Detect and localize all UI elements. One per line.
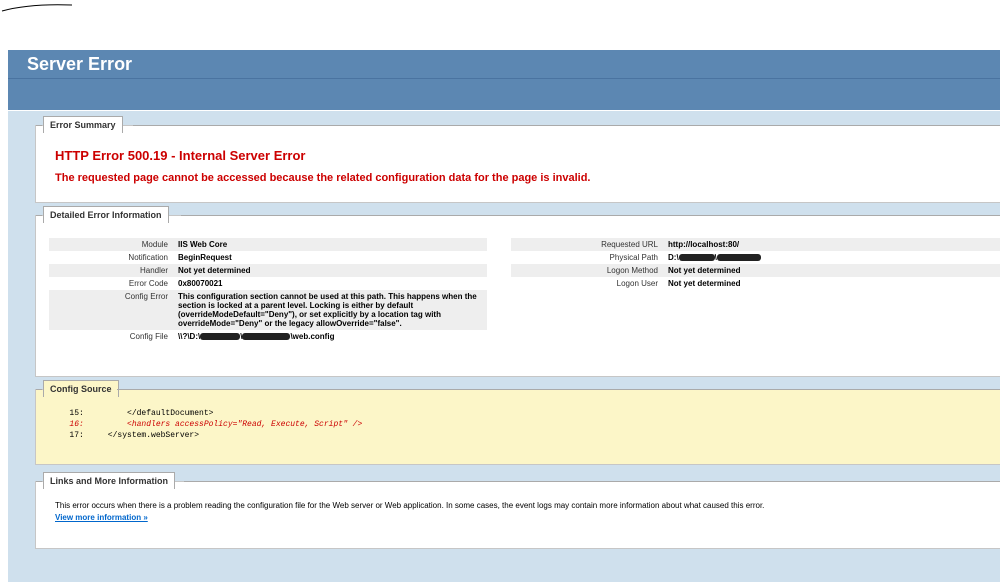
code-line: 15: </defaultDocument> xyxy=(55,409,214,418)
config-error-label: Config Error xyxy=(49,290,173,330)
config-source-legend: Config Source xyxy=(43,380,119,397)
table-row: Module IIS Web Core xyxy=(49,238,487,251)
config-source-code: 15: </defaultDocument> 16: <handlers acc… xyxy=(55,408,362,441)
config-source-box: Config Source 15: </defaultDocument> 16:… xyxy=(35,380,1000,465)
redaction-mark xyxy=(678,254,715,262)
detail-table-left: Module IIS Web Core Notification BeginRe… xyxy=(49,238,487,343)
handler-value: Not yet determined xyxy=(173,264,487,277)
redaction-mark xyxy=(242,333,291,341)
table-row: Logon User Not yet determined xyxy=(511,277,1000,290)
table-row: Handler Not yet determined xyxy=(49,264,487,277)
table-row: Notification BeginRequest xyxy=(49,251,487,264)
table-row: Config File \\?\D:\ \ \web.config xyxy=(49,330,487,343)
detail-table-right: Requested URL http://localhost:80/ Physi… xyxy=(511,238,1000,290)
code-line: 17: </system.webServer> xyxy=(55,431,200,440)
links-box: Links and More Information This error oc… xyxy=(35,472,1000,549)
config-file-suffix: \web.config xyxy=(290,332,335,341)
error-title: HTTP Error 500.19 - Internal Server Erro… xyxy=(55,148,306,163)
physical-path-value: D:\ \ xyxy=(663,251,1000,264)
detailed-info-box: Detailed Error Information Module IIS We… xyxy=(35,206,1000,377)
redaction-mark xyxy=(716,254,761,262)
logon-user-value: Not yet determined xyxy=(668,279,741,288)
error-message: The requested page cannot be accessed be… xyxy=(55,172,591,184)
page-title: Server Error xyxy=(27,54,133,74)
config-file-label: Config File xyxy=(129,332,168,341)
header-top-bar xyxy=(8,50,1000,79)
physical-path-label: Physical Path xyxy=(609,253,658,262)
table-row: Config Error This configuration section … xyxy=(49,290,487,330)
table-row: Logon Method Not yet determined xyxy=(511,264,1000,277)
notification-value: BeginRequest xyxy=(178,253,232,262)
logon-user-label: Logon User xyxy=(616,279,658,288)
handler-label: Handler xyxy=(49,264,173,277)
requested-url-label: Requested URL xyxy=(511,238,663,251)
detailed-info-legend: Detailed Error Information xyxy=(43,206,169,223)
config-file-prefix: \\?\D:\ xyxy=(178,332,201,341)
notification-label: Notification xyxy=(128,253,168,262)
pen-stroke-mark xyxy=(1,4,73,12)
requested-url-value: http://localhost:80/ xyxy=(663,238,1000,251)
logon-method-value: Not yet determined xyxy=(663,264,1000,277)
links-description: This error occurs when there is a proble… xyxy=(55,501,765,510)
redaction-mark xyxy=(200,333,241,341)
error-code-value: 0x80070021 xyxy=(178,279,223,288)
error-summary-box: Error Summary HTTP Error 500.19 - Intern… xyxy=(35,116,1000,203)
content-area: Error Summary HTTP Error 500.19 - Intern… xyxy=(8,111,1000,582)
links-legend: Links and More Information xyxy=(43,472,176,489)
module-value: IIS Web Core xyxy=(173,238,487,251)
error-summary-legend: Error Summary xyxy=(43,116,123,133)
error-code-label: Error Code xyxy=(128,279,168,288)
table-row: Physical Path D:\ \ xyxy=(511,251,1000,264)
view-more-link[interactable]: View more information » xyxy=(55,513,148,522)
config-file-value: \\?\D:\ \ \web.config xyxy=(173,330,487,343)
page-header: Server Error xyxy=(8,50,1000,110)
logon-method-label: Logon Method xyxy=(511,264,663,277)
table-row: Requested URL http://localhost:80/ xyxy=(511,238,1000,251)
code-line-highlighted: 16: <handlers accessPolicy="Read, Execut… xyxy=(55,420,363,429)
physical-path-prefix: D:\ xyxy=(668,253,679,262)
table-row: Error Code 0x80070021 xyxy=(49,277,487,290)
config-error-value: This configuration section cannot be use… xyxy=(173,290,487,330)
module-label: Module xyxy=(49,238,173,251)
